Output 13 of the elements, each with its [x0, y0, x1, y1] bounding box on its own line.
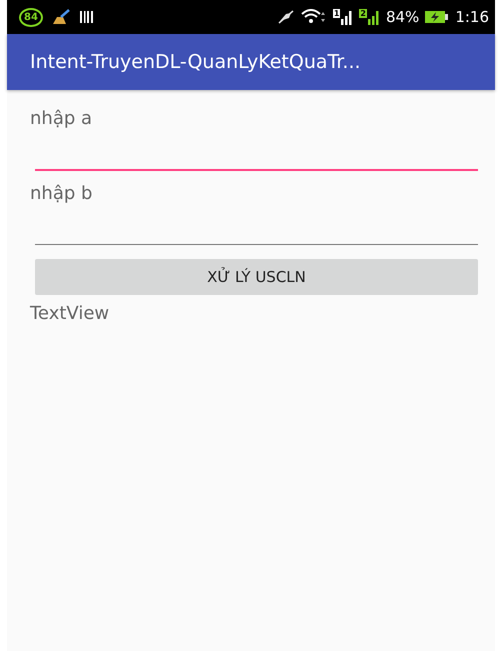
battery-percent: 84% — [386, 8, 420, 26]
clock-time: 1:16 — [455, 8, 489, 26]
field-label: nhập a — [30, 108, 94, 129]
battery-charging-icon — [425, 10, 450, 24]
process-button[interactable]: XỬ LÝ USCLN — [35, 259, 478, 295]
field-label: nhập b — [30, 183, 94, 204]
result-text: TextView — [30, 303, 110, 324]
wifi-icon — [300, 9, 327, 25]
muted-icon — [276, 10, 295, 24]
barcode-icon — [78, 10, 95, 24]
battery-level-badge: 84 — [19, 8, 43, 26]
app-title: Intent-TruyenDL-QuanLyKetQuaTr... — [30, 51, 361, 73]
broom-icon — [50, 9, 71, 25]
